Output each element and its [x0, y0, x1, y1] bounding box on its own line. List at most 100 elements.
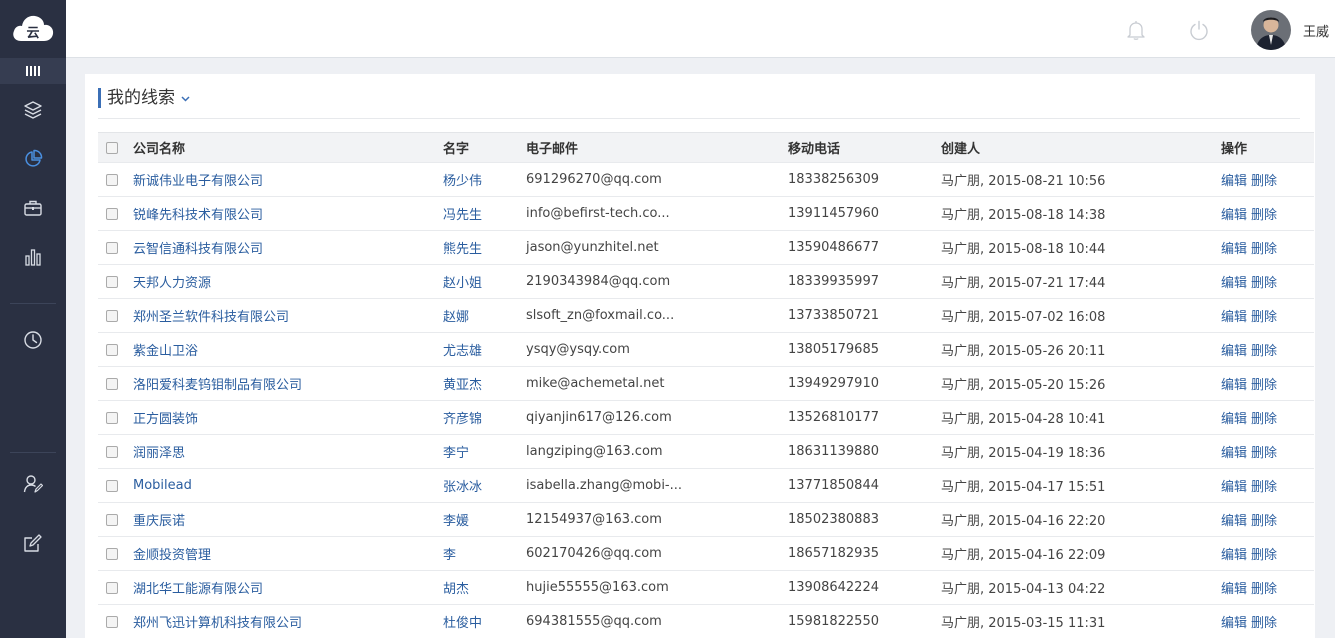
select-all-checkbox[interactable]	[106, 141, 118, 154]
company-link[interactable]: 云智信通科技有限公司	[133, 242, 263, 257]
sidebar-item-layers[interactable]	[17, 94, 49, 126]
table-row[interactable]: 洛阳爱科麦钨钼制品有限公司 黄亚杰 mike@achemetal.net 139492…	[98, 366, 1314, 401]
row-checkbox[interactable]	[106, 411, 118, 424]
delete-link[interactable]: 删除	[1251, 242, 1277, 257]
table-row[interactable]: 重庆辰诺 李媛 12154937@163.com 18502380883 马广朋, 20…	[98, 502, 1314, 537]
edit-link[interactable]: 编辑	[1221, 514, 1247, 529]
contact-name-link[interactable]: 黄亚杰	[443, 378, 482, 393]
company-link[interactable]: Mobilead	[133, 478, 192, 493]
row-checkbox[interactable]	[106, 343, 118, 356]
company-link[interactable]: 新诚伟业电子有限公司	[133, 174, 263, 189]
delete-link[interactable]: 删除	[1251, 310, 1277, 325]
edit-link[interactable]: 编辑	[1221, 582, 1247, 597]
company-link[interactable]: 重庆辰诺	[133, 514, 185, 529]
company-link[interactable]: 郑州飞迅计算机科技有限公司	[133, 616, 302, 631]
row-checkbox[interactable]	[106, 241, 118, 254]
edit-link[interactable]: 编辑	[1221, 174, 1247, 189]
notifications-button[interactable]	[1124, 18, 1148, 42]
table-row[interactable]: 郑州圣兰软件科技有限公司 赵娜 slsoft_zn@foxmail.co... 137…	[98, 298, 1314, 333]
contact-name-link[interactable]: 李宁	[443, 446, 469, 461]
contact-name-link[interactable]: 冯先生	[443, 208, 482, 223]
sidebar-item-edit[interactable]	[17, 527, 49, 559]
delete-link[interactable]: 删除	[1251, 616, 1277, 631]
avatar[interactable]	[1251, 10, 1291, 50]
row-checkbox[interactable]	[106, 479, 118, 492]
sidebar-item-history[interactable]	[17, 324, 49, 356]
company-link[interactable]: 润丽泽思	[133, 446, 185, 461]
row-checkbox[interactable]	[106, 547, 118, 560]
edit-link[interactable]: 编辑	[1221, 480, 1247, 495]
delete-link[interactable]: 删除	[1251, 514, 1277, 529]
contact-name-link[interactable]: 胡杰	[443, 582, 469, 597]
sidebar-item-profile[interactable]	[17, 468, 49, 500]
contact-name-link[interactable]: 李	[443, 548, 456, 563]
delete-link[interactable]: 删除	[1251, 378, 1277, 393]
edit-link[interactable]: 编辑	[1221, 276, 1247, 291]
edit-link[interactable]: 编辑	[1221, 344, 1247, 359]
delete-link[interactable]: 删除	[1251, 208, 1277, 223]
delete-link[interactable]: 删除	[1251, 446, 1277, 461]
table-row[interactable]: 湖北华工能源有限公司 胡杰 hujie55555@163.com 1390864222…	[98, 570, 1314, 605]
header-company[interactable]: 公司名称	[125, 132, 435, 163]
contact-name-link[interactable]: 杨少伟	[443, 174, 482, 189]
contact-name-link[interactable]: 赵娜	[443, 310, 469, 325]
logo[interactable]: 云	[0, 0, 66, 56]
company-link[interactable]: 天邦人力资源	[133, 276, 211, 291]
delete-link[interactable]: 删除	[1251, 582, 1277, 597]
company-link[interactable]: 金顺投资管理	[133, 548, 211, 563]
table-row[interactable]: 金顺投资管理 李 602170426@qq.com 18657182935 马广朋, 2…	[98, 536, 1314, 571]
delete-link[interactable]: 删除	[1251, 412, 1277, 427]
sidebar-collapse-toggle[interactable]	[0, 58, 66, 84]
edit-link[interactable]: 编辑	[1221, 616, 1247, 631]
table-row[interactable]: 锐峰先科技术有限公司 冯先生 info@befirst-tech.co... 1391…	[98, 196, 1314, 231]
contact-name-link[interactable]: 赵小姐	[443, 276, 482, 291]
table-row[interactable]: 紫金山卫浴 尤志雄 ysqy@ysqy.com 13805179685 马广朋, 201…	[98, 332, 1314, 367]
edit-link[interactable]: 编辑	[1221, 242, 1247, 257]
contact-name-link[interactable]: 熊先生	[443, 242, 482, 257]
company-link[interactable]: 郑州圣兰软件科技有限公司	[133, 310, 289, 325]
header-mobile[interactable]: 移动电话	[780, 132, 933, 163]
sidebar-item-bar-chart[interactable]	[17, 241, 49, 273]
company-link[interactable]: 洛阳爱科麦钨钼制品有限公司	[133, 378, 302, 393]
edit-link[interactable]: 编辑	[1221, 548, 1247, 563]
sidebar-item-briefcase[interactable]	[17, 192, 49, 224]
user-name[interactable]: 王威	[1303, 21, 1329, 40]
delete-link[interactable]: 删除	[1251, 174, 1277, 189]
delete-link[interactable]: 删除	[1251, 480, 1277, 495]
leads-view-selector[interactable]: 我的线索	[98, 88, 190, 108]
contact-name-link[interactable]: 尤志雄	[443, 344, 482, 359]
contact-name-link[interactable]: 杜俊中	[443, 616, 482, 631]
edit-link[interactable]: 编辑	[1221, 412, 1247, 427]
table-row[interactable]: 天邦人力资源 赵小姐 2190343984@qq.com 18339935997 马广朋…	[98, 264, 1314, 299]
table-row[interactable]: 正方圆装饰 齐彦锦 qiyanjin617@126.com 13526810177 马广…	[98, 400, 1314, 435]
header-email[interactable]: 电子邮件	[518, 132, 780, 163]
row-checkbox[interactable]	[106, 173, 118, 186]
row-checkbox[interactable]	[106, 207, 118, 220]
edit-link[interactable]: 编辑	[1221, 446, 1247, 461]
sidebar-item-pie-chart[interactable]	[17, 143, 49, 175]
company-link[interactable]: 锐峰先科技术有限公司	[133, 208, 263, 223]
row-checkbox[interactable]	[106, 309, 118, 322]
table-row[interactable]: Mobilead 张冰冰 isabella.zhang@mobi-... 137718…	[98, 468, 1314, 503]
table-row[interactable]: 云智信通科技有限公司 熊先生 jason@yunzhitel.net 13590486…	[98, 230, 1314, 265]
header-creator[interactable]: 创建人	[933, 132, 1213, 163]
row-checkbox[interactable]	[106, 377, 118, 390]
contact-name-link[interactable]: 李媛	[443, 514, 469, 529]
logout-button[interactable]	[1187, 18, 1211, 42]
company-link[interactable]: 正方圆装饰	[133, 412, 198, 427]
company-link[interactable]: 湖北华工能源有限公司	[133, 582, 263, 597]
row-checkbox[interactable]	[106, 275, 118, 288]
delete-link[interactable]: 删除	[1251, 344, 1277, 359]
header-name[interactable]: 名字	[435, 132, 518, 163]
row-checkbox[interactable]	[106, 581, 118, 594]
edit-link[interactable]: 编辑	[1221, 310, 1247, 325]
contact-name-link[interactable]: 张冰冰	[443, 480, 482, 495]
company-link[interactable]: 紫金山卫浴	[133, 344, 198, 359]
row-checkbox[interactable]	[106, 615, 118, 628]
delete-link[interactable]: 删除	[1251, 276, 1277, 291]
row-checkbox[interactable]	[106, 513, 118, 526]
table-row[interactable]: 郑州飞迅计算机科技有限公司 杜俊中 694381555@qq.com 15981822…	[98, 604, 1314, 638]
row-checkbox[interactable]	[106, 445, 118, 458]
table-row[interactable]: 润丽泽思 李宁 langziping@163.com 18631139880 马广朋, …	[98, 434, 1314, 469]
delete-link[interactable]: 删除	[1251, 548, 1277, 563]
